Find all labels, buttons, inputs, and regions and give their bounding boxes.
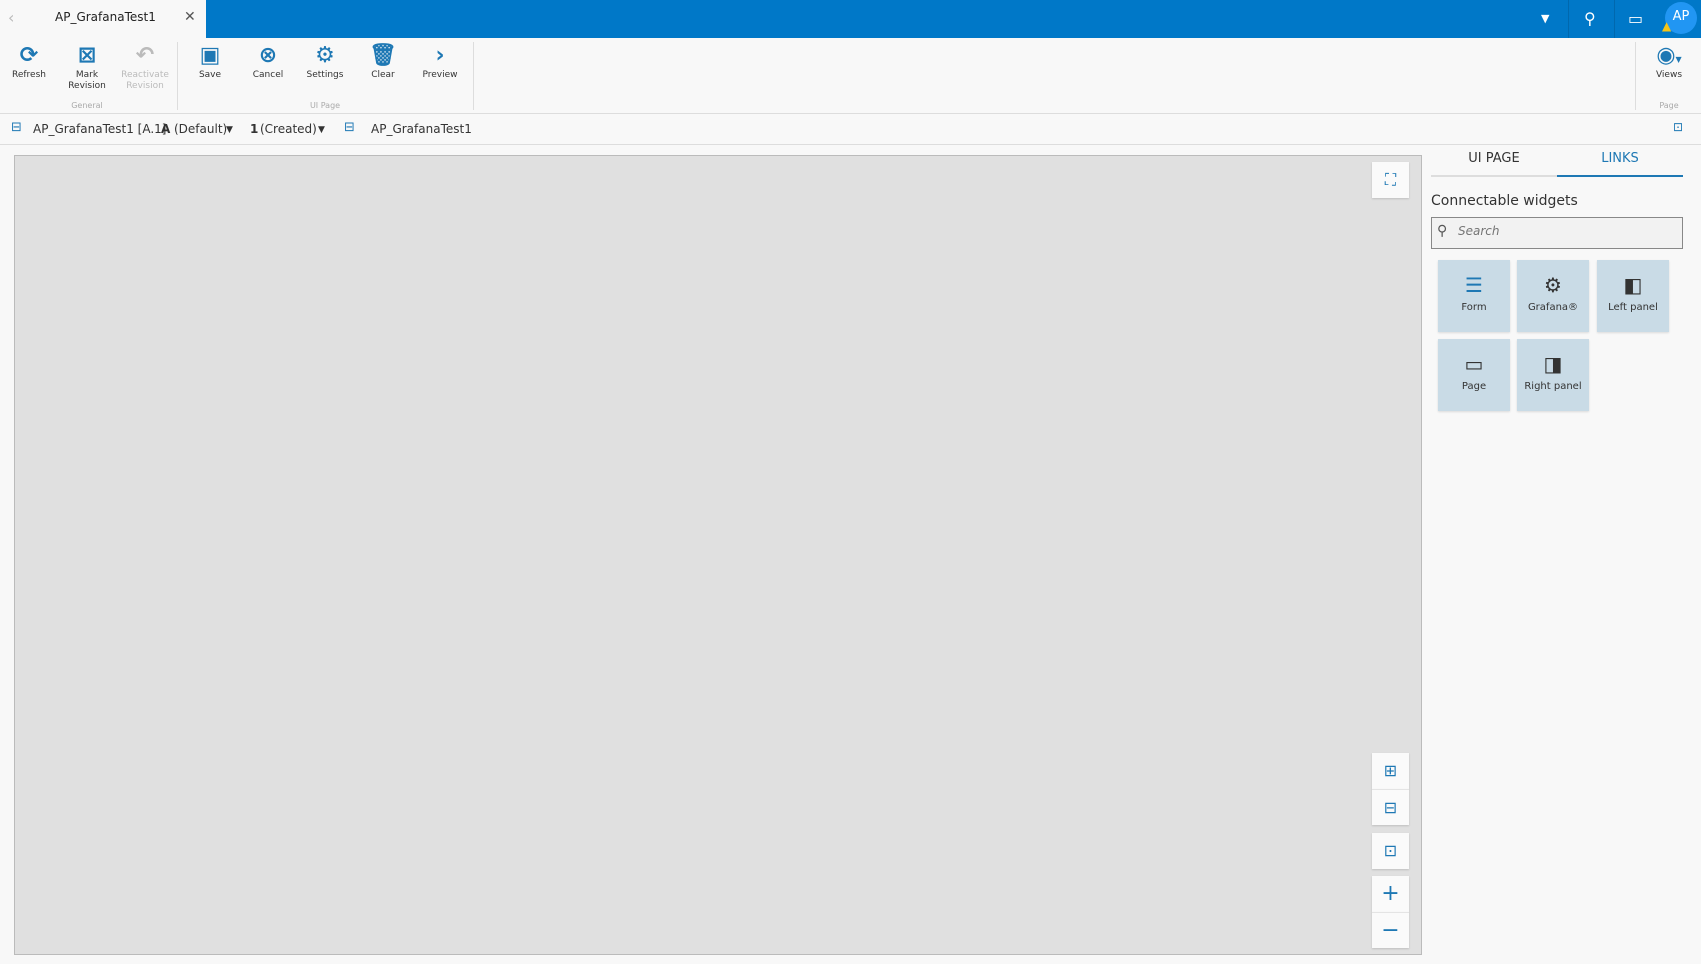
divider xyxy=(177,42,178,110)
design-canvas[interactable]: ⛶ ⊞ ⊟ ⊡ + − xyxy=(14,155,1422,955)
top-bar: ‹ AP_GrafanaTest1 ✕ ▼ ⚲ ▭ AP ▲ xyxy=(0,0,1701,38)
layout-icon: ⊟ xyxy=(11,120,22,135)
eye-icon: ◉▼ xyxy=(1656,43,1682,68)
save-icon: ▣ xyxy=(199,43,221,68)
collapse-all-button[interactable]: ⊟ xyxy=(1372,789,1409,825)
settings-label: Settings xyxy=(306,70,344,80)
widget-label: Form xyxy=(1461,302,1487,313)
widget-page[interactable]: ▭ Page xyxy=(1438,339,1510,411)
back-chevron-icon[interactable]: ‹ xyxy=(8,8,14,27)
reactivate-revision-label: Reactivate Revision xyxy=(121,70,169,91)
warning-icon: ▲ xyxy=(1662,19,1672,33)
breadcrumb: ⊟ AP_GrafanaTest1 [A.1] A (Default) ▼ 1 … xyxy=(0,114,1701,145)
preview-button[interactable]: › Preview xyxy=(411,42,469,81)
tab-ui-page[interactable]: UI PAGE xyxy=(1431,151,1557,177)
widget-left-panel[interactable]: ◧ Left panel xyxy=(1597,260,1669,332)
left-panel-icon: ◧ xyxy=(1623,273,1643,297)
save-button[interactable]: ▣ Save xyxy=(181,42,239,81)
variant-select[interactable]: (Default) xyxy=(174,122,227,136)
revision-select[interactable]: (Created) xyxy=(260,122,317,136)
group-label-general: General xyxy=(71,101,103,110)
trash-icon: 🗑 xyxy=(369,43,397,68)
divider xyxy=(1614,0,1615,38)
settings-button[interactable]: ⚙ Settings xyxy=(296,42,354,81)
page-icon: ▭ xyxy=(1464,352,1484,376)
tab-title: AP_GrafanaTest1 xyxy=(55,10,156,24)
form-icon: ☰ xyxy=(1465,273,1483,297)
mark-x-icon: ⊠ xyxy=(77,43,97,68)
document-tab[interactable]: ‹ AP_GrafanaTest1 ✕ xyxy=(0,0,206,38)
refresh-button[interactable]: ⟳ Refresh xyxy=(0,42,58,81)
collapse-panel-icon[interactable]: ⊡ xyxy=(1673,120,1683,134)
ribbon-toolbar: ⟳ Refresh ⊠ Mark Revision ↶ Reactivate Revi… xyxy=(0,38,1701,114)
widget-right-panel[interactable]: ◨ Right panel xyxy=(1517,339,1589,411)
divider xyxy=(1635,42,1636,110)
cancel-icon: ⊗ xyxy=(258,43,278,68)
gear-icon: ⚙ xyxy=(315,43,335,68)
mark-revision-button[interactable]: ⊠ Mark Revision xyxy=(58,42,116,92)
views-button[interactable]: ◉▼ Views xyxy=(1640,42,1698,81)
refresh-icon: ⟳ xyxy=(19,43,39,68)
search-icon[interactable]: ⚲ xyxy=(1584,9,1596,28)
chevron-down-icon[interactable]: ▼ xyxy=(226,125,233,135)
undo-icon: ↶ xyxy=(135,43,155,68)
chevron-down-icon[interactable]: ▼ xyxy=(318,125,325,135)
divider xyxy=(473,42,474,110)
chat-icon[interactable]: ▭ xyxy=(1628,9,1643,28)
layout-icon: ⊟ xyxy=(344,120,355,135)
revision-key: 1 xyxy=(250,122,259,136)
close-tab-icon[interactable]: ✕ xyxy=(184,9,196,25)
dropdown-caret-icon[interactable]: ▼ xyxy=(1541,12,1549,25)
cancel-label: Cancel xyxy=(252,70,284,80)
tab-links[interactable]: LINKS xyxy=(1557,151,1683,177)
fit-to-screen-button[interactable]: ⊡ xyxy=(1372,833,1409,869)
divider xyxy=(1568,0,1569,38)
clear-button[interactable]: 🗑 Clear xyxy=(354,42,412,81)
widget-form[interactable]: ☰ Form xyxy=(1438,260,1510,332)
expand-all-button[interactable]: ⊞ xyxy=(1372,753,1409,789)
fullscreen-button[interactable]: ⛶ xyxy=(1372,162,1409,198)
right-panel-icon: ◨ xyxy=(1543,352,1563,376)
widget-label: Left panel xyxy=(1608,302,1658,313)
breadcrumb-page[interactable]: AP_GrafanaTest1 [A.1] xyxy=(33,122,166,136)
reactivate-revision-button[interactable]: ↶ Reactivate Revision xyxy=(116,42,174,92)
clear-label: Clear xyxy=(371,70,395,80)
zoom-in-button[interactable]: + xyxy=(1372,876,1409,912)
views-label: Views xyxy=(1655,70,1683,80)
properties-panel: UI PAGE LINKS Connectable widgets ⚲ ☰ For… xyxy=(1431,145,1701,964)
group-label-page: Page xyxy=(1659,101,1679,110)
widget-grafana[interactable]: ⚙ Grafana® xyxy=(1517,260,1589,332)
zoom-out-button[interactable]: − xyxy=(1372,912,1409,948)
breadcrumb-layout[interactable]: AP_GrafanaTest1 xyxy=(371,122,472,136)
widget-label: Grafana® xyxy=(1527,302,1579,313)
section-heading: Connectable widgets xyxy=(1431,193,1578,209)
window-gear-icon: ⚙ xyxy=(1544,273,1562,297)
search-icon: ⚲ xyxy=(1437,223,1448,239)
widget-label: Page xyxy=(1461,381,1487,392)
variant-key: A xyxy=(161,122,171,136)
refresh-label: Refresh xyxy=(12,70,46,80)
preview-label: Preview xyxy=(422,70,458,80)
cancel-button[interactable]: ⊗ Cancel xyxy=(239,42,297,81)
search-box[interactable]: ⚲ xyxy=(1431,217,1683,249)
chevron-right-icon: › xyxy=(435,43,445,68)
group-label-ui-page: UI Page xyxy=(309,101,341,110)
save-label: Save xyxy=(198,70,222,80)
widget-label: Right panel xyxy=(1524,381,1582,392)
mark-revision-label: Mark Revision xyxy=(68,70,106,91)
search-input[interactable] xyxy=(1458,224,1673,238)
